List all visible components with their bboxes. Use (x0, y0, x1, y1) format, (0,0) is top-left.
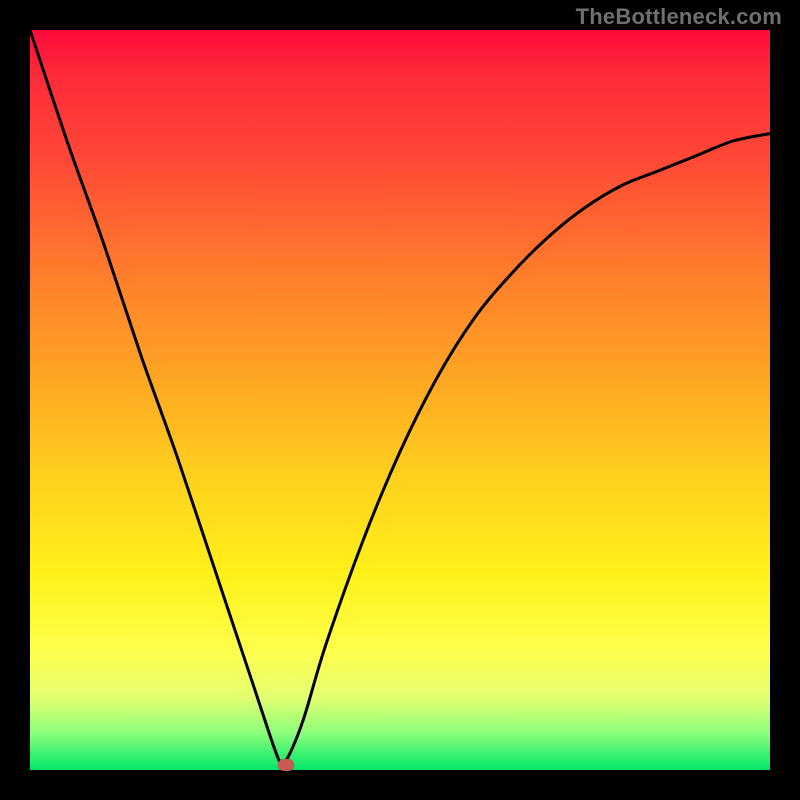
bottleneck-curve (30, 30, 770, 770)
min-marker (278, 759, 294, 771)
curve-path (30, 30, 770, 763)
chart-frame: TheBottleneck.com (0, 0, 800, 800)
watermark-text: TheBottleneck.com (576, 4, 782, 30)
plot-area (30, 30, 770, 770)
